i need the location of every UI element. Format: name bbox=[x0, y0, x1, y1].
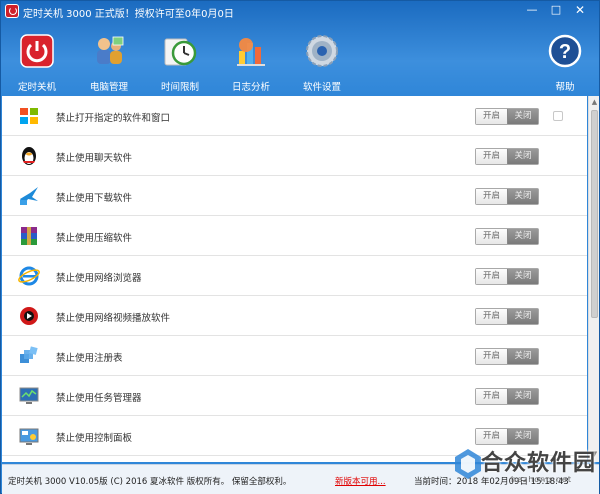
toggle-switch[interactable]: 开启 关闭 bbox=[475, 188, 539, 205]
clock-icon bbox=[164, 38, 197, 66]
window-title: 定时关机 3000 正式版！授权许可至0年0月0日 bbox=[23, 9, 234, 20]
main-toolbar: 定时关机 电脑管理 时间限制 日志分析 软件设置 ? 帮助 bbox=[1, 23, 599, 95]
app-power-icon bbox=[5, 4, 19, 18]
toggle-on-button[interactable]: 开启 bbox=[476, 429, 507, 444]
toolbar-software-settings[interactable]: 软件设置 bbox=[294, 31, 350, 93]
toolbar-label: 电脑管理 bbox=[89, 82, 128, 93]
toggle-switch[interactable]: 开启 关闭 bbox=[475, 348, 539, 365]
restriction-list: 禁止打开指定的软件和窗口 开启 关闭 禁止使用聊天软件 开启 关闭 禁止使用下载… bbox=[2, 96, 587, 462]
toggle-switch[interactable]: 开启 关闭 bbox=[475, 108, 539, 125]
toggle-off-button[interactable]: 关闭 bbox=[507, 389, 538, 404]
toggle-switch[interactable]: 开启 关闭 bbox=[475, 268, 539, 285]
vertical-scrollbar[interactable]: ▲ ▼ bbox=[588, 96, 599, 462]
row-label: 禁止使用网络视频播放软件 bbox=[56, 313, 171, 324]
toolbar-time-limit[interactable]: 时间限制 bbox=[152, 31, 208, 93]
app-window: 定时关机 3000 正式版！授权许可至0年0月0日 — □ ✕ 定时关机 电脑管… bbox=[0, 0, 600, 494]
toggle-on-button[interactable]: 开启 bbox=[476, 189, 507, 204]
maximize-button[interactable]: □ bbox=[545, 2, 567, 18]
list-item: 禁止使用聊天软件 开启 关闭 bbox=[2, 136, 587, 176]
settings-edit-icon[interactable] bbox=[553, 111, 563, 121]
toggle-off-button[interactable]: 关闭 bbox=[507, 229, 538, 244]
watermark-url: hezhong.net bbox=[511, 475, 572, 484]
list-item: 禁止打开指定的软件和窗口 开启 关闭 bbox=[2, 96, 587, 136]
list-item: 禁止使用压缩软件 开启 关闭 bbox=[2, 216, 587, 256]
download-bird-icon bbox=[20, 187, 38, 205]
toggle-on-button[interactable]: 开启 bbox=[476, 309, 507, 324]
watermark: 合众软件园 hezhong.net bbox=[453, 443, 599, 493]
video-player-icon bbox=[20, 307, 38, 325]
ie-browser-icon bbox=[18, 266, 40, 286]
toggle-on-button[interactable]: 开启 bbox=[476, 109, 507, 124]
row-label: 禁止使用聊天软件 bbox=[56, 153, 133, 164]
toolbar-log-analysis[interactable]: 日志分析 bbox=[223, 31, 279, 93]
control-panel-icon bbox=[19, 428, 39, 445]
gear-icon bbox=[306, 35, 338, 67]
list-item: 禁止使用下载软件 开启 关闭 bbox=[2, 176, 587, 216]
row-label: 禁止使用任务管理器 bbox=[56, 393, 142, 404]
task-manager-icon bbox=[19, 387, 39, 404]
power-icon bbox=[20, 34, 54, 68]
list-item: 禁止使用网络视频播放软件 开启 关闭 bbox=[2, 296, 587, 336]
toggle-off-button[interactable]: 关闭 bbox=[507, 429, 538, 444]
close-button[interactable]: ✕ bbox=[569, 2, 591, 18]
toggle-on-button[interactable]: 开启 bbox=[476, 269, 507, 284]
computer-manage-icon bbox=[97, 36, 124, 64]
row-label: 禁止打开指定的软件和窗口 bbox=[56, 113, 171, 124]
toolbar-help[interactable]: ? 帮助 bbox=[537, 31, 593, 93]
minimize-button[interactable]: — bbox=[521, 2, 543, 18]
toggle-off-button[interactable]: 关闭 bbox=[507, 309, 538, 324]
scrollbar-thumb[interactable] bbox=[591, 110, 598, 318]
row-label: 禁止使用注册表 bbox=[56, 353, 123, 364]
row-label: 禁止使用网络浏览器 bbox=[56, 273, 142, 284]
toolbar-computer-manage[interactable]: 电脑管理 bbox=[81, 31, 137, 93]
row-label: 禁止使用压缩软件 bbox=[56, 233, 133, 244]
scroll-up-arrow-icon[interactable]: ▲ bbox=[590, 98, 599, 107]
toolbar-label: 日志分析 bbox=[231, 82, 270, 93]
toolbar-timed-shutdown[interactable]: 定时关机 bbox=[9, 31, 65, 93]
toggle-off-button[interactable]: 关闭 bbox=[507, 149, 538, 164]
toggle-switch[interactable]: 开启 关闭 bbox=[475, 228, 539, 245]
list-item: 禁止使用注册表 开启 关闭 bbox=[2, 336, 587, 376]
watermark-logo-icon bbox=[455, 449, 481, 479]
toggle-on-button[interactable]: 开启 bbox=[476, 229, 507, 244]
toggle-on-button[interactable]: 开启 bbox=[476, 149, 507, 164]
toggle-on-button[interactable]: 开启 bbox=[476, 389, 507, 404]
help-icon: ? bbox=[548, 34, 582, 68]
toggle-off-button[interactable]: 关闭 bbox=[507, 109, 538, 124]
watermark-text: 合众软件园 bbox=[481, 451, 597, 476]
copyright-text: 定时关机 3000 V10.05版 (C) 2016 夏冰软件 版权所有。 保留… bbox=[8, 477, 292, 487]
toolbar-label: 时间限制 bbox=[160, 82, 199, 93]
toggle-on-button[interactable]: 开启 bbox=[476, 349, 507, 364]
toolbar-label: 定时关机 bbox=[17, 82, 56, 93]
svg-text:?: ? bbox=[559, 41, 571, 63]
new-version-link[interactable]: 新版本可用... bbox=[335, 475, 386, 487]
toggle-switch[interactable]: 开启 关闭 bbox=[475, 388, 539, 405]
toggle-off-button[interactable]: 关闭 bbox=[507, 269, 538, 284]
toolbar-label: 帮助 bbox=[555, 82, 575, 93]
toggle-off-button[interactable]: 关闭 bbox=[507, 349, 538, 364]
list-item: 禁止使用任务管理器 开启 关闭 bbox=[2, 376, 587, 416]
windows-icon bbox=[20, 108, 38, 124]
row-label: 禁止使用控制面板 bbox=[56, 433, 133, 444]
toggle-switch[interactable]: 开启 关闭 bbox=[475, 308, 539, 325]
toggle-switch[interactable]: 开启 关闭 bbox=[475, 148, 539, 165]
archive-icon bbox=[21, 227, 37, 245]
registry-icon bbox=[20, 346, 38, 363]
list-item: 禁止使用网络浏览器 开启 关闭 bbox=[2, 256, 587, 296]
row-label: 禁止使用下载软件 bbox=[56, 193, 133, 204]
log-chart-icon bbox=[237, 38, 265, 66]
toggle-off-button[interactable]: 关闭 bbox=[507, 189, 538, 204]
qq-penguin-icon bbox=[22, 147, 36, 165]
toolbar-label: 软件设置 bbox=[302, 82, 341, 93]
title-bar[interactable]: 定时关机 3000 正式版！授权许可至0年0月0日 — □ ✕ bbox=[1, 1, 599, 21]
